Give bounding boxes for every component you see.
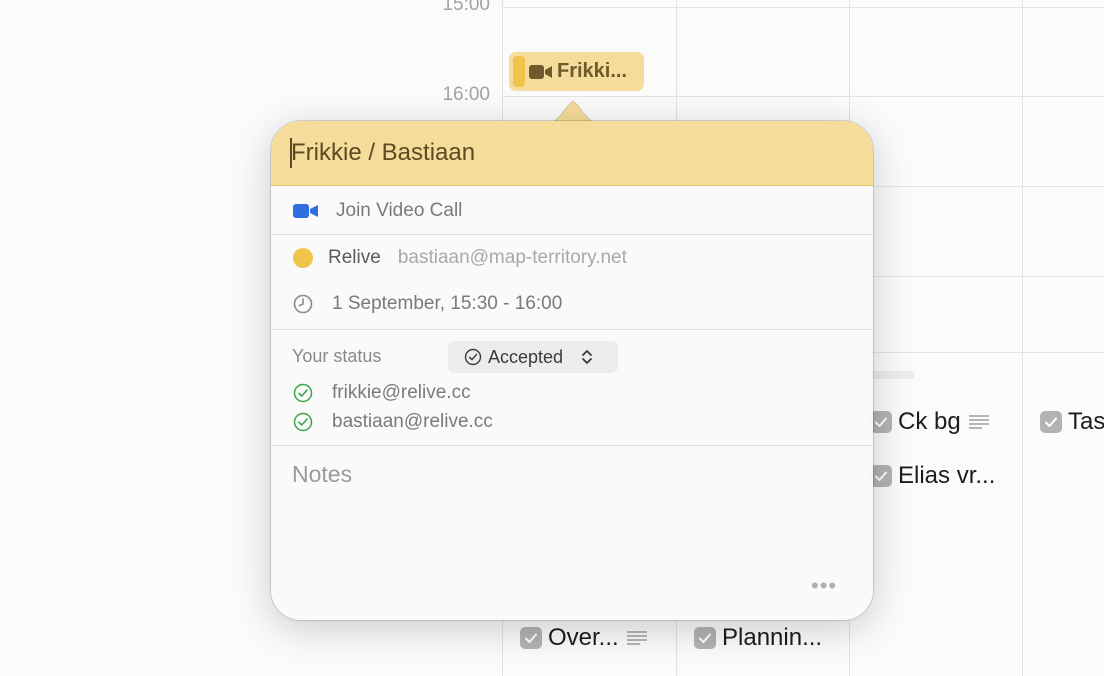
grid-hour-line	[849, 276, 1104, 277]
calendar-color-dot	[293, 248, 313, 268]
reminder-title: Tas	[1068, 408, 1104, 435]
checkbox-checked[interactable]	[870, 411, 892, 433]
grid-column-line	[1022, 0, 1023, 676]
divider	[271, 234, 873, 235]
divider	[271, 445, 873, 446]
hour-label-1600: 16:00	[442, 84, 490, 105]
checkbox-checked[interactable]	[694, 627, 716, 649]
checkmark-icon	[1045, 417, 1057, 427]
reminder-item[interactable]: Elias vr...	[870, 462, 995, 490]
notes-icon	[626, 631, 647, 645]
attendee-row[interactable]: frikkie@relive.cc	[271, 379, 873, 407]
reminder-title: Elias vr...	[898, 462, 996, 489]
checkmark-icon	[525, 633, 537, 643]
join-video-call-row[interactable]: Join Video Call	[271, 187, 873, 234]
reminder-title: Ck bg	[898, 408, 961, 435]
reminder-item[interactable]: Over...	[520, 624, 647, 652]
reminder-title: Over...	[548, 624, 619, 651]
checkmark-circle-icon	[293, 412, 313, 432]
more-options-icon[interactable]: •••	[811, 573, 837, 599]
reminder-item[interactable]: Tas	[1040, 408, 1104, 436]
attendee-email: frikkie@relive.cc	[332, 382, 471, 403]
checkbox-checked[interactable]	[520, 627, 542, 649]
status-label: Your status	[292, 346, 382, 366]
event-title-header: Frikkie / Bastiaan	[271, 121, 873, 186]
grid-hour-line	[502, 96, 1104, 97]
datetime-row[interactable]: 1 September, 15:30 - 16:00	[271, 287, 873, 321]
checkmark-circle-icon	[293, 383, 313, 403]
join-video-call-link[interactable]: Join Video Call	[336, 200, 462, 222]
attendee-row[interactable]: bastiaan@relive.cc	[271, 408, 873, 436]
status-value: Accepted	[488, 346, 564, 367]
hour-label-1500: 15:00	[442, 0, 490, 15]
event-datetime: 1 September, 15:30 - 16:00	[332, 293, 563, 314]
grid-hour-line	[502, 7, 1104, 8]
checkbox-checked[interactable]	[1040, 411, 1062, 433]
event-chip-title: Frikki...	[557, 60, 628, 82]
event-selected-indicator	[513, 56, 525, 87]
event-title-input[interactable]: Frikkie / Bastiaan	[291, 139, 475, 167]
checkmark-icon	[699, 633, 711, 643]
reminder-item[interactable]: Ck bg	[870, 408, 989, 436]
calendar-event-chip[interactable]: Frikki...	[509, 52, 644, 91]
calendar-name: Relive	[328, 247, 381, 268]
calendar-account: bastiaan@map-territory.net	[397, 247, 627, 268]
checkbox-checked[interactable]	[870, 465, 892, 487]
clock-icon	[293, 294, 313, 314]
checkmark-circle-icon	[464, 348, 482, 366]
video-camera-icon	[293, 203, 318, 218]
grid-hour-line	[849, 186, 1104, 187]
calendar-week-view: 15:00 16:00 Frikki... Ck bg Tas Elias vr…	[0, 0, 1104, 676]
reminder-title: Plannin...	[722, 624, 823, 651]
checkmark-icon	[875, 471, 887, 481]
all-day-divider	[849, 352, 1104, 353]
status-popup-button[interactable]: Accepted	[448, 341, 618, 373]
reminder-item[interactable]: Plannin...	[694, 624, 822, 652]
chevron-updown-icon	[582, 350, 592, 364]
checkmark-icon	[875, 417, 887, 427]
event-details-popover: Frikkie / Bastiaan Join Video Call Reliv…	[271, 121, 873, 620]
divider	[271, 329, 873, 330]
notes-icon	[968, 415, 989, 429]
notes-field[interactable]: Notes	[292, 461, 352, 488]
attendee-email: bastiaan@relive.cc	[332, 411, 493, 432]
calendar-row[interactable]: Relive bastiaan@map-territory.net	[271, 241, 873, 275]
video-camera-icon	[529, 64, 552, 79]
